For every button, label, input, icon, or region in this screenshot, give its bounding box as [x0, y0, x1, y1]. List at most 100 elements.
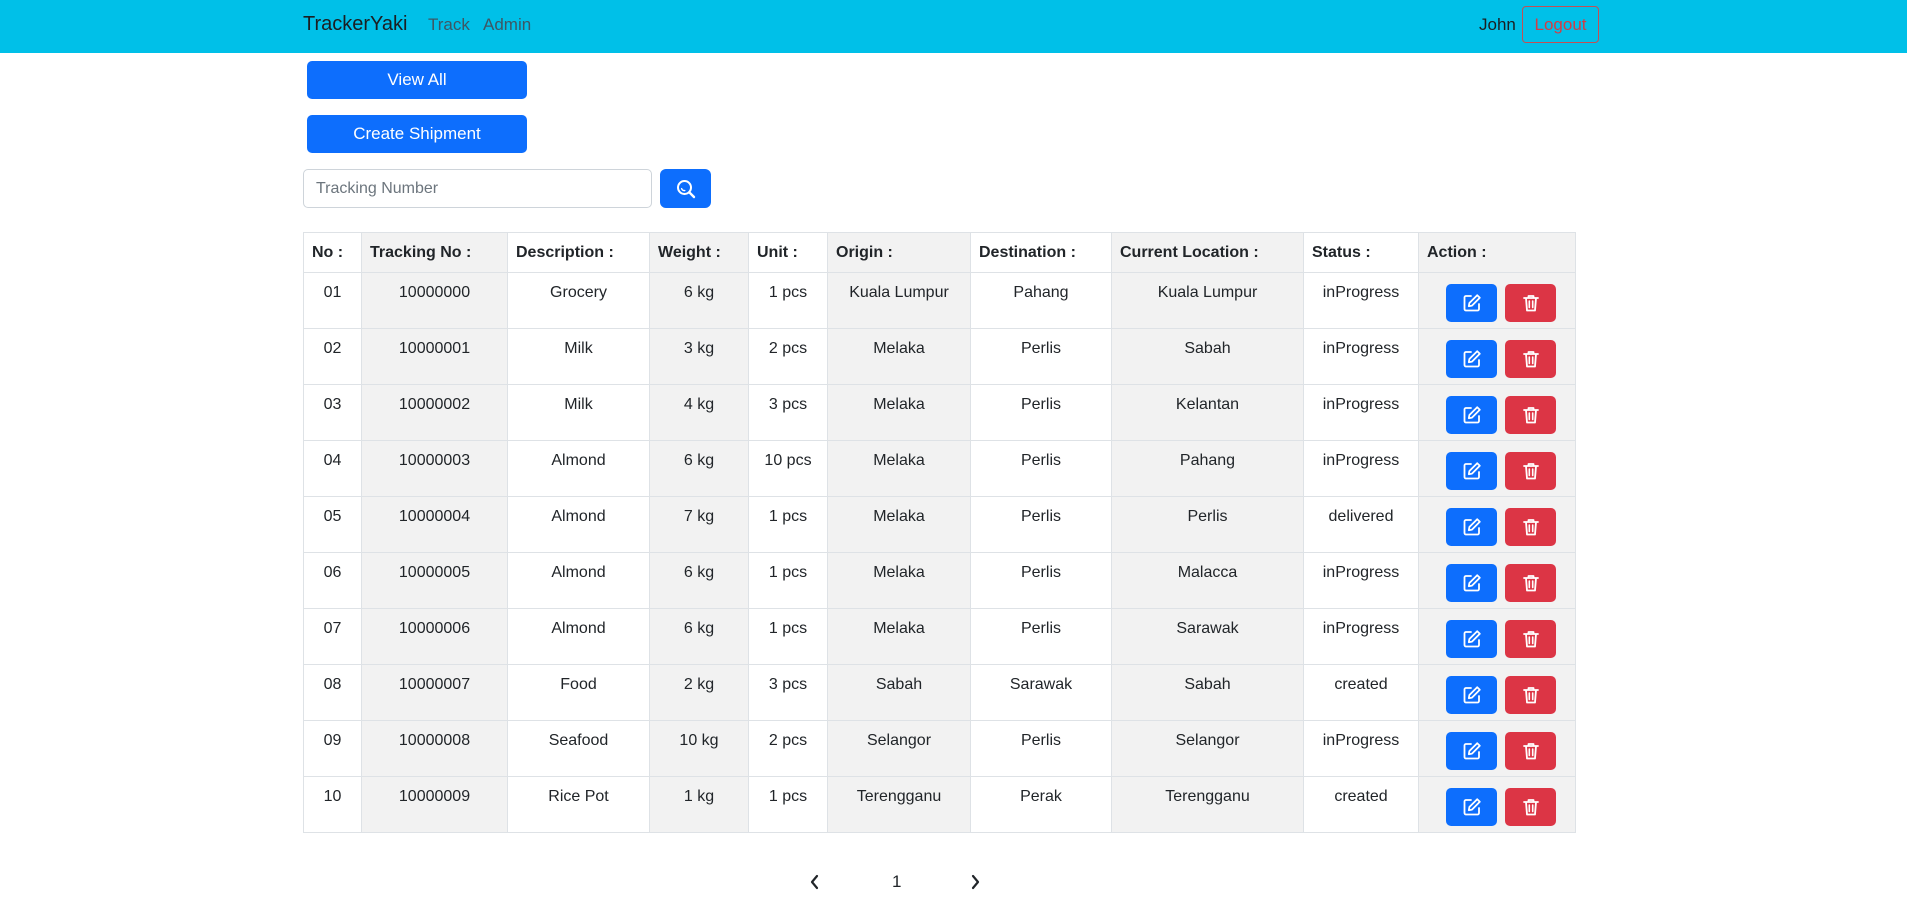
- logout-button[interactable]: Logout: [1522, 6, 1599, 43]
- edit-button[interactable]: [1446, 508, 1497, 546]
- delete-button[interactable]: [1505, 340, 1556, 378]
- trash-icon: [1522, 295, 1539, 312]
- cell-no: 02: [303, 328, 362, 385]
- nav-link-admin[interactable]: Admin: [483, 15, 531, 35]
- cell-no: 01: [303, 272, 362, 329]
- cell-origin: Melaka: [827, 440, 971, 497]
- cell-current-location: Malacca: [1111, 552, 1304, 609]
- delete-button[interactable]: [1505, 508, 1556, 546]
- cell-origin: Melaka: [827, 608, 971, 665]
- cell-no: 09: [303, 720, 362, 777]
- edit-icon: [1463, 294, 1481, 312]
- table-row: 02 10000001 Milk 3 kg 2 pcs Melaka Perlis Sabah…: [303, 328, 1576, 385]
- edit-button[interactable]: [1446, 676, 1497, 714]
- view-all-button[interactable]: View All: [307, 61, 527, 99]
- pagination-next[interactable]: [968, 874, 982, 895]
- header-description: Description :: [507, 232, 650, 273]
- delete-button[interactable]: [1505, 452, 1556, 490]
- cell-tracking-no: 10000005: [361, 552, 508, 609]
- table-row: 09 10000008 Seafood 10 kg 2 pcs Selangor Perli…: [303, 720, 1576, 777]
- edit-button[interactable]: [1446, 452, 1497, 490]
- table-row: 07 10000006 Almond 6 kg 1 pcs Melaka Perlis Sar…: [303, 608, 1576, 665]
- pagination-prev[interactable]: [808, 874, 822, 895]
- delete-button[interactable]: [1505, 676, 1556, 714]
- cell-unit: 1 pcs: [748, 608, 828, 665]
- cell-unit: 10 pcs: [748, 440, 828, 497]
- create-shipment-button[interactable]: Create Shipment: [307, 115, 527, 153]
- edit-icon: [1463, 630, 1481, 648]
- cell-weight: 2 kg: [649, 664, 749, 721]
- cell-destination: Perak: [970, 776, 1112, 833]
- cell-no: 10: [303, 776, 362, 833]
- edit-icon: [1463, 518, 1481, 536]
- delete-button[interactable]: [1505, 564, 1556, 602]
- cell-tracking-no: 10000001: [361, 328, 508, 385]
- edit-button[interactable]: [1446, 564, 1497, 602]
- tracking-number-search-input[interactable]: [303, 169, 652, 208]
- cell-status: inProgress: [1303, 272, 1419, 329]
- cell-no: 04: [303, 440, 362, 497]
- table-row: 01 10000000 Grocery 6 kg 1 pcs Kuala Lumpur Pa…: [303, 272, 1576, 329]
- trash-icon: [1522, 631, 1539, 648]
- cell-description: Almond: [507, 608, 650, 665]
- cell-status: inProgress: [1303, 552, 1419, 609]
- cell-status: inProgress: [1303, 720, 1419, 777]
- delete-button[interactable]: [1505, 620, 1556, 658]
- header-origin: Origin :: [827, 232, 971, 273]
- pagination: 1: [0, 870, 1907, 900]
- trash-icon: [1522, 687, 1539, 704]
- cell-status: inProgress: [1303, 328, 1419, 385]
- cell-destination: Perlis: [970, 384, 1112, 441]
- cell-destination: Perlis: [970, 720, 1112, 777]
- cell-current-location: Sabah: [1111, 328, 1304, 385]
- edit-button[interactable]: [1446, 396, 1497, 434]
- cell-unit: 1 pcs: [748, 272, 828, 329]
- edit-button[interactable]: [1446, 788, 1497, 826]
- cell-no: 03: [303, 384, 362, 441]
- edit-button[interactable]: [1446, 620, 1497, 658]
- cell-no: 07: [303, 608, 362, 665]
- cell-weight: 6 kg: [649, 608, 749, 665]
- cell-description: Almond: [507, 496, 650, 553]
- nav-link-track[interactable]: Track: [428, 15, 470, 35]
- shipments-table: No : Tracking No : Description : Weight …: [303, 232, 1576, 833]
- header-no: No :: [303, 232, 362, 273]
- trash-icon: [1522, 519, 1539, 536]
- cell-description: Milk: [507, 328, 650, 385]
- cell-tracking-no: 10000000: [361, 272, 508, 329]
- cell-status: created: [1303, 776, 1419, 833]
- table-row: 08 10000007 Food 2 kg 3 pcs Sabah Sarawak Sabah…: [303, 664, 1576, 721]
- trash-icon: [1522, 407, 1539, 424]
- cell-destination: Perlis: [970, 552, 1112, 609]
- trash-icon: [1522, 463, 1539, 480]
- edit-icon: [1463, 686, 1481, 704]
- cell-tracking-no: 10000002: [361, 384, 508, 441]
- cell-action: [1418, 272, 1576, 329]
- delete-button[interactable]: [1505, 732, 1556, 770]
- table-row: 03 10000002 Milk 4 kg 3 pcs Melaka Perlis Kelan…: [303, 384, 1576, 441]
- cell-weight: 10 kg: [649, 720, 749, 777]
- edit-button[interactable]: [1446, 732, 1497, 770]
- edit-button[interactable]: [1446, 284, 1497, 322]
- cell-weight: 6 kg: [649, 272, 749, 329]
- edit-button[interactable]: [1446, 340, 1497, 378]
- delete-button[interactable]: [1505, 284, 1556, 322]
- brand-logo-text[interactable]: TrackerYaki: [303, 13, 407, 36]
- delete-button[interactable]: [1505, 396, 1556, 434]
- cell-weight: 6 kg: [649, 552, 749, 609]
- search-button[interactable]: [660, 169, 711, 208]
- delete-button[interactable]: [1505, 788, 1556, 826]
- table-row: 04 10000003 Almond 6 kg 10 pcs Melaka Perlis Pa…: [303, 440, 1576, 497]
- pagination-current-page[interactable]: 1: [892, 872, 901, 892]
- header-status: Status :: [1303, 232, 1419, 273]
- cell-unit: 1 pcs: [748, 552, 828, 609]
- header-current-location: Current Location :: [1111, 232, 1304, 273]
- table-row: 05 10000004 Almond 7 kg 1 pcs Melaka Perlis Per…: [303, 496, 1576, 553]
- cell-description: Almond: [507, 440, 650, 497]
- edit-icon: [1463, 742, 1481, 760]
- cell-action: [1418, 552, 1576, 609]
- cell-destination: Perlis: [970, 440, 1112, 497]
- header-destination: Destination :: [970, 232, 1112, 273]
- trash-icon: [1522, 351, 1539, 368]
- cell-action: [1418, 720, 1576, 777]
